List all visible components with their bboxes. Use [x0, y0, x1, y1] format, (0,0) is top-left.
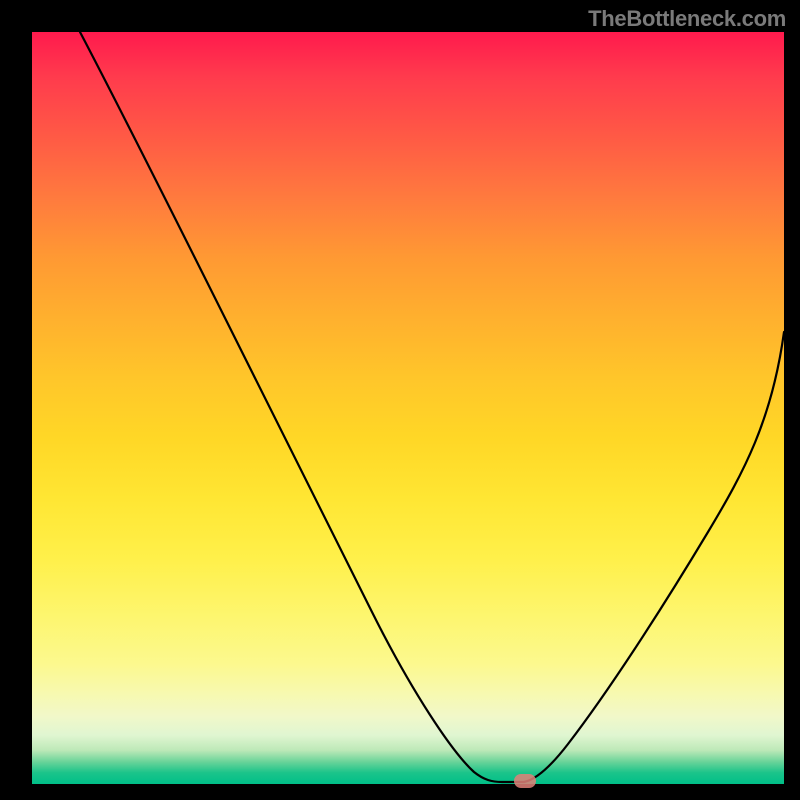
bottleneck-curve [80, 32, 784, 782]
optimal-point-marker [514, 774, 536, 788]
plot-area [32, 32, 784, 784]
chart-svg [32, 32, 784, 784]
chart-frame: TheBottleneck.com [0, 0, 800, 800]
watermark-text: TheBottleneck.com [588, 6, 786, 32]
